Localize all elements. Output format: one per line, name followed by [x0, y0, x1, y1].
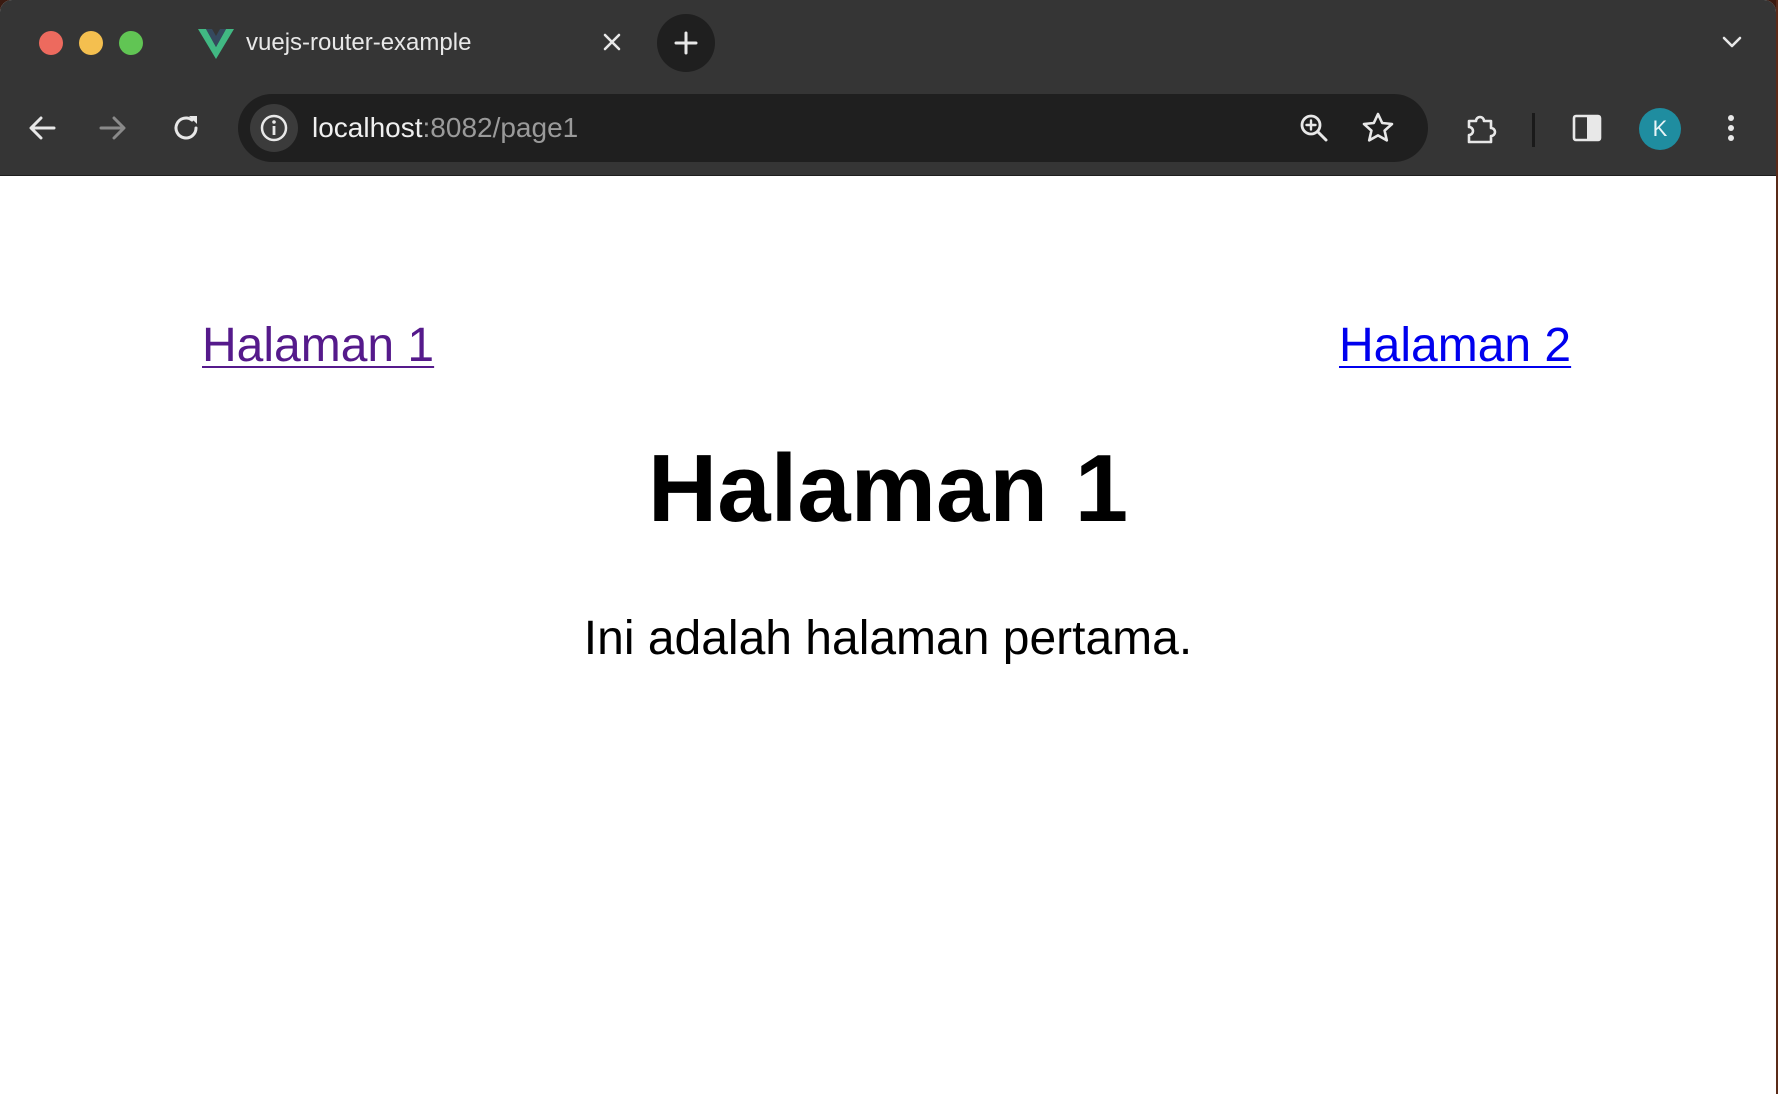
side-panel-icon[interactable]	[1567, 108, 1607, 148]
zoom-icon[interactable]	[1294, 108, 1334, 148]
page-description: Ini adalah halaman pertama.	[583, 612, 1193, 665]
bookmark-star-icon[interactable]	[1358, 108, 1398, 148]
site-info-button[interactable]	[250, 104, 298, 152]
browser-window: vuejs-router-example localhost:8082/page…	[0, 0, 1776, 1094]
more-menu-icon[interactable]	[1711, 108, 1751, 148]
nav-link-halaman-1[interactable]: Halaman 1	[202, 318, 434, 373]
page-title: Halaman 1	[647, 435, 1129, 542]
extensions-puzzle-icon[interactable]	[1461, 108, 1501, 148]
url-host: localhost	[312, 112, 423, 143]
toolbar: localhost:8082/page1 K	[0, 86, 1776, 176]
vue-logo-icon	[198, 29, 234, 59]
forward-arrow-icon[interactable]	[93, 108, 133, 148]
window-zoom-button[interactable]	[119, 31, 143, 55]
info-icon	[260, 114, 288, 142]
address-bar[interactable]: localhost:8082/page1	[238, 94, 1428, 162]
url-path: :8082/page1	[422, 112, 579, 143]
toolbar-divider	[1532, 113, 1535, 147]
url-text[interactable]: localhost:8082/page1	[312, 112, 578, 144]
back-arrow-icon[interactable]	[22, 108, 62, 148]
tab-active[interactable]: vuejs-router-example	[186, 14, 638, 86]
reload-icon[interactable]	[166, 108, 206, 148]
new-tab-button[interactable]	[657, 14, 715, 72]
tab-close-icon[interactable]	[596, 26, 628, 58]
tab-title: vuejs-router-example	[246, 29, 472, 56]
tab-search-chevron-icon[interactable]	[1716, 26, 1748, 58]
page-content: Halaman 1 Halaman 2 Halaman 1 Ini adalah…	[0, 176, 1776, 1094]
profile-avatar[interactable]: K	[1639, 108, 1681, 150]
window-close-button[interactable]	[39, 31, 63, 55]
plus-icon	[674, 31, 698, 55]
window-minimize-button[interactable]	[79, 31, 103, 55]
nav-link-halaman-2[interactable]: Halaman 2	[1339, 318, 1571, 373]
tab-strip: vuejs-router-example	[0, 0, 1776, 86]
